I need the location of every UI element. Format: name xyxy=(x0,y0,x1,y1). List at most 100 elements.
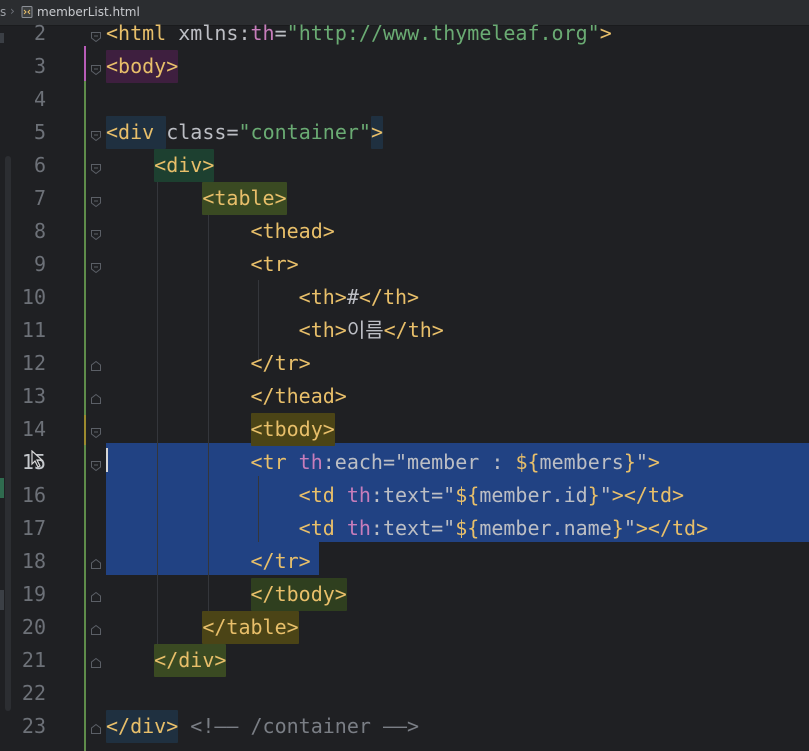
code-token: <tr> xyxy=(250,252,299,276)
code-token: # xyxy=(346,285,359,309)
fold-close-icon[interactable] xyxy=(90,621,102,635)
code-token: } xyxy=(587,483,600,507)
fold-open-icon[interactable] xyxy=(90,28,102,43)
code-token: <table> xyxy=(202,182,287,215)
fold-open-icon[interactable] xyxy=(90,127,102,142)
code-token: </tr> xyxy=(250,549,311,573)
line-number[interactable]: 2 xyxy=(14,17,46,50)
code-token: "container" xyxy=(238,120,371,144)
line-number[interactable]: 6 xyxy=(14,149,46,182)
code-line[interactable]: </div> <!—— /container ——> xyxy=(106,710,419,743)
code-line[interactable]: </div> xyxy=(106,644,227,677)
fold-open-icon[interactable] xyxy=(90,259,102,274)
code-token: > xyxy=(599,21,612,45)
code-line[interactable]: </thead> xyxy=(106,380,347,413)
line-number[interactable]: 8 xyxy=(14,215,46,248)
line-number[interactable]: 19 xyxy=(14,578,46,611)
breadcrumb-previous[interactable]: s xyxy=(0,5,6,19)
line-number[interactable]: 22 xyxy=(14,677,46,710)
line-number[interactable]: 17 xyxy=(14,512,46,545)
code-line[interactable]: <html xmlns:th="http://www.thymeleaf.org… xyxy=(106,17,612,50)
fold-open-icon[interactable] xyxy=(90,226,102,241)
code-line[interactable]: </tr> xyxy=(106,347,311,380)
strip-marker xyxy=(0,33,4,43)
code-token: > xyxy=(370,116,383,149)
code-line[interactable]: <td th:text="${member.name}"></td> xyxy=(106,512,708,545)
line-number[interactable]: 23 xyxy=(14,710,46,743)
vertical-scrollbar[interactable] xyxy=(5,156,11,711)
code-line[interactable]: </tbody> xyxy=(106,578,347,611)
fold-close-icon[interactable] xyxy=(90,390,102,404)
line-number[interactable]: 21 xyxy=(14,644,46,677)
line-number[interactable]: 16 xyxy=(14,479,46,512)
change-marker xyxy=(84,415,86,445)
fold-close-icon[interactable] xyxy=(90,588,102,602)
fold-close-icon[interactable] xyxy=(90,720,102,734)
line-number[interactable]: 5 xyxy=(14,116,46,149)
code-token: ${ xyxy=(515,450,540,474)
code-line[interactable]: </table> xyxy=(106,611,299,644)
strip-marker xyxy=(0,590,4,610)
line-number[interactable]: 12 xyxy=(14,347,46,380)
breadcrumb-separator: › xyxy=(10,4,15,18)
code-token: <div xyxy=(106,116,167,149)
text-cursor xyxy=(106,448,108,472)
line-number[interactable]: 13 xyxy=(14,380,46,413)
code-line[interactable]: <tr> xyxy=(106,248,299,281)
code-token: = xyxy=(226,120,239,144)
code-token: </thead> xyxy=(250,384,347,408)
line-number[interactable]: 11 xyxy=(14,314,46,347)
code-line[interactable]: <td th:text="${member.id}"></td> xyxy=(106,479,684,512)
fold-open-icon[interactable] xyxy=(90,193,102,208)
code-line[interactable]: <body> xyxy=(106,50,179,83)
fold-open-icon[interactable] xyxy=(90,457,102,472)
code-line[interactable]: <table> xyxy=(106,182,287,215)
fold-close-icon[interactable] xyxy=(90,357,102,371)
code-token: } xyxy=(611,516,624,540)
code-token: <tr xyxy=(250,450,299,474)
code-token: " xyxy=(623,516,636,540)
code-line[interactable]: </tr> xyxy=(106,545,311,578)
mouse-pointer-icon xyxy=(30,449,46,468)
code-token: </tbody> xyxy=(250,578,347,611)
code-line[interactable]: <div class="container"> xyxy=(106,116,383,149)
code-line[interactable]: <div> xyxy=(106,149,215,182)
code-token: ></td> xyxy=(635,516,709,540)
code-line[interactable]: <thead> xyxy=(106,215,335,248)
code-line[interactable]: <tr th:each="member : ${members}"> xyxy=(106,446,660,479)
code-line[interactable]: <th>#</th> xyxy=(106,281,419,314)
line-number[interactable]: 7 xyxy=(14,182,46,215)
line-number[interactable]: 14 xyxy=(14,413,46,446)
fold-open-icon[interactable] xyxy=(90,160,102,175)
code-token: <!—— /container ——> xyxy=(190,714,420,738)
line-number[interactable]: 3 xyxy=(14,50,46,83)
code-token: :text= xyxy=(370,483,444,507)
line-number[interactable]: 20 xyxy=(14,611,46,644)
line-number[interactable]: 10 xyxy=(14,281,46,314)
fold-close-icon[interactable] xyxy=(90,654,102,668)
code-token: "http://www.thymeleaf.org" xyxy=(286,21,600,45)
code-token: " xyxy=(599,483,612,507)
line-number[interactable]: 18 xyxy=(14,545,46,578)
fold-close-icon[interactable] xyxy=(90,555,102,569)
code-line[interactable]: <tbody> xyxy=(106,413,335,446)
code-token: </div> xyxy=(106,710,179,743)
fold-open-icon[interactable] xyxy=(90,61,102,76)
code-token: class xyxy=(166,120,227,144)
code-token: </tr> xyxy=(250,351,311,375)
line-number[interactable]: 9 xyxy=(14,248,46,281)
left-tool-strip xyxy=(0,26,14,749)
code-line[interactable]: <th>이름</th> xyxy=(106,314,444,347)
code-token: </th> xyxy=(383,318,444,342)
fold-open-icon[interactable] xyxy=(90,424,102,439)
line-number[interactable]: 4 xyxy=(14,83,46,116)
change-marker xyxy=(84,46,86,81)
